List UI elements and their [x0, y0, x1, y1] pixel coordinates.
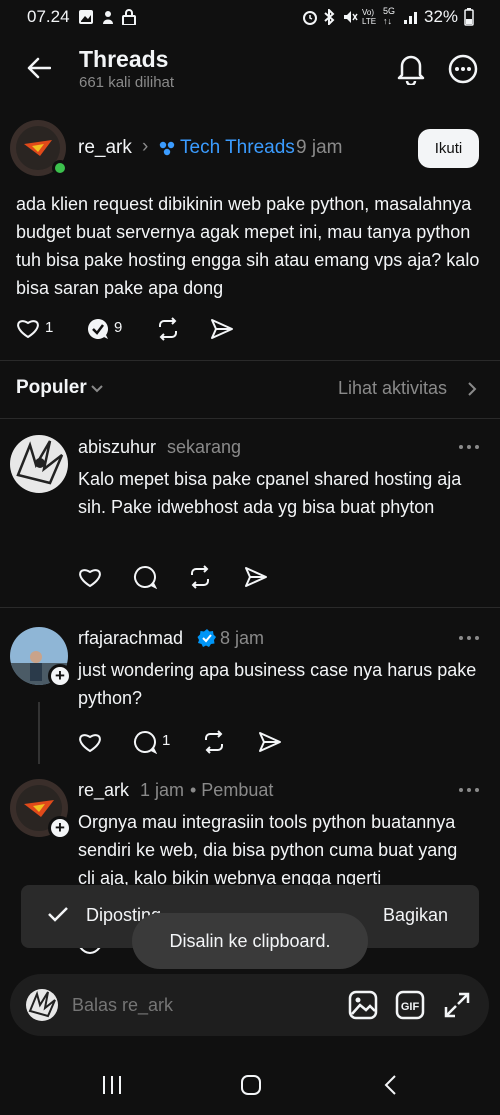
comment-count: 1: [162, 732, 171, 749]
divider: [0, 418, 500, 419]
reply-avatar[interactable]: [10, 435, 68, 493]
home-icon[interactable]: [240, 1074, 262, 1096]
5g-icon: 5G ↑↓: [383, 6, 396, 26]
more-options-icon[interactable]: [458, 444, 480, 450]
sort-dropdown[interactable]: Populer: [16, 377, 87, 399]
like-icon[interactable]: [78, 566, 102, 588]
clipboard-toast: Disalin ke clipboard.: [132, 913, 368, 969]
comment-icon[interactable]: [133, 730, 157, 754]
recent-apps-icon[interactable]: [101, 1075, 123, 1095]
chevron-right-icon[interactable]: [467, 381, 477, 397]
lock-icon: [122, 9, 136, 25]
svg-text:GIF: GIF: [401, 1001, 420, 1013]
chevron-right-icon: ›: [142, 136, 149, 157]
post-time: 9 jam: [296, 137, 343, 158]
reply-author-name[interactable]: rfajarachmad: [78, 628, 183, 649]
reply-author-name[interactable]: re_ark: [78, 780, 129, 801]
community-icon: [159, 141, 175, 156]
system-nav-bar: [0, 1052, 500, 1115]
notification-app-icon: [103, 11, 113, 24]
reply-time: sekarang: [167, 437, 242, 457]
repost-icon[interactable]: [156, 317, 180, 341]
alarm-icon: [303, 11, 317, 25]
reply-text: just wondering apa business case nya har…: [78, 660, 477, 708]
follow-button[interactable]: Ikuti: [418, 129, 479, 168]
community-name[interactable]: Tech Threads: [180, 137, 295, 159]
repost-icon[interactable]: [188, 565, 212, 589]
bell-icon[interactable]: [396, 53, 426, 85]
comment-icon[interactable]: [133, 565, 157, 589]
creator-badge: • Pembuat: [190, 780, 274, 800]
share-icon[interactable]: [244, 566, 268, 588]
chevron-down-icon[interactable]: [90, 384, 104, 394]
gallery-icon: [79, 10, 93, 24]
more-options-icon[interactable]: [458, 787, 480, 793]
online-status-dot: [52, 160, 68, 176]
comment-icon[interactable]: [86, 317, 110, 341]
like-icon[interactable]: [78, 731, 102, 753]
post-text: ada klien request dibikinin web pake pyt…: [16, 194, 480, 298]
follow-plus-icon[interactable]: +: [48, 816, 72, 840]
view-count: 661 kali dilihat: [79, 74, 175, 91]
reply-time: 8 jam: [220, 628, 265, 648]
verified-badge-icon: [197, 629, 216, 647]
reply-author-name[interactable]: abiszuhur: [78, 437, 156, 458]
comment-count: 9: [114, 319, 123, 336]
share-icon[interactable]: [258, 731, 282, 753]
signal-icon: [404, 12, 417, 24]
back-arrow-icon[interactable]: [27, 57, 51, 79]
more-options-icon[interactable]: [448, 54, 478, 84]
like-count: 1: [45, 319, 54, 336]
expand-icon[interactable]: [443, 991, 471, 1019]
mute-icon: [344, 11, 358, 23]
bluetooth-icon: [324, 9, 335, 25]
post-author-name[interactable]: re_ark: [78, 137, 132, 159]
volte-icon: Vo) LTE: [362, 8, 377, 26]
reply-text: Kalo mepet bisa pake cpanel shared hosti…: [78, 469, 462, 517]
reply-time: 1 jam: [140, 780, 185, 800]
share-icon[interactable]: [210, 318, 234, 340]
divider: [0, 360, 500, 361]
view-activity-link[interactable]: Lihat aktivitas: [338, 378, 447, 399]
gif-icon[interactable]: GIF: [395, 990, 425, 1020]
reply-composer[interactable]: GIF: [10, 974, 489, 1036]
check-icon: [48, 907, 68, 922]
share-action-button[interactable]: Bagikan: [383, 905, 448, 926]
page-title: Threads: [79, 46, 169, 72]
battery-icon: [464, 8, 474, 26]
image-icon[interactable]: [348, 990, 378, 1020]
like-icon[interactable]: [16, 317, 40, 339]
follow-plus-icon[interactable]: +: [48, 664, 72, 688]
reply-input[interactable]: [72, 991, 322, 1019]
status-bar: 07.24 Vo) LTE 5G ↑↓ 32%: [0, 0, 500, 34]
more-options-icon[interactable]: [458, 635, 480, 641]
battery-percent: 32%: [424, 7, 459, 26]
repost-icon[interactable]: [202, 730, 226, 754]
thread-line: [38, 702, 40, 764]
back-icon[interactable]: [383, 1074, 397, 1096]
divider: [0, 607, 500, 608]
my-avatar: [26, 989, 58, 1021]
status-time: 07.24: [27, 7, 70, 26]
